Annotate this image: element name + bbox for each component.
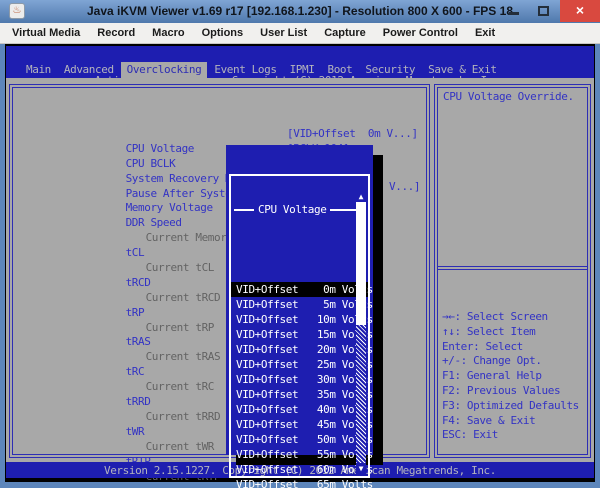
minimize-button[interactable] [502,0,526,22]
bios-tab[interactable]: Main [20,62,57,78]
bios-tab[interactable]: Advanced [58,62,120,78]
popup-option[interactable]: VID+Offset 65m Volts [231,477,368,488]
menu-item[interactable]: Virtual Media [12,27,80,39]
menu-item[interactable]: Options [202,27,244,39]
popup-option[interactable]: VID+Offset 0m Volts [231,282,368,297]
hotkey-help-line: F4: Save & Exit [442,414,587,429]
bios-tab-bar: MainAdvancedOverclockingEvent LogsIPMIBo… [20,62,594,78]
menu-bar: Virtual Media Record Macro Options User List… [0,23,600,44]
hotkey-help-line: +/-: Change Opt. [442,354,587,369]
popup-scrollbar[interactable]: ▲ ▼ [356,191,366,474]
popup-option[interactable]: VID+Offset 35m Volts [231,387,368,402]
popup-option[interactable]: VID+Offset 10m Volts [231,312,368,327]
hotkey-help-line: Enter: Select [442,340,587,355]
popup-option[interactable]: VID+Offset 40m Volts [231,402,368,417]
help-divider [438,266,587,270]
popup-option[interactable]: VID+Offset 60m Volts [231,462,368,477]
menu-item[interactable]: User List [260,27,307,39]
hotkey-help-line: F3: Optimized Defaults [442,399,587,414]
remote-screen-area: Aptio Setup Utility - Copyright (C) 2012… [5,44,595,482]
popup-title: CPU Voltage [231,202,368,217]
popup-option[interactable]: VID+Offset 50m Volts [231,432,368,447]
close-button[interactable]: × [560,0,600,22]
popup-option[interactable]: VID+Offset 20m Volts [231,342,368,357]
bios-option-row[interactable]: CPU Voltage [VID+Offset 0m V...] [13,127,426,142]
scroll-up-icon[interactable]: ▲ [356,191,366,202]
bios-tab[interactable]: Overclocking [121,62,208,78]
scroll-track[interactable] [356,202,366,463]
hotkey-help-line: →←: Select Screen [442,310,587,325]
hotkey-help-line: ESC: Exit [442,428,587,443]
bios-tab[interactable]: Event Logs [208,62,282,78]
menu-item[interactable]: Power Control [383,27,458,39]
bios-header: Aptio Setup Utility - Copyright (C) 2012… [6,46,594,78]
bios-tab[interactable]: Save & Exit [422,62,502,78]
popup-option[interactable]: VID+Offset 5m Volts [231,297,368,312]
popup-option[interactable]: VID+Offset 30m Volts [231,372,368,387]
option-value: [VID+Offset 0m V...] [287,127,418,142]
menu-item[interactable]: Record [97,27,135,39]
popup-option[interactable]: VID+Offset 25m Volts [231,357,368,372]
maximize-button[interactable] [532,0,556,22]
menu-item[interactable]: Macro [152,27,184,39]
bios-tab[interactable]: IPMI [284,62,321,78]
menu-item[interactable]: Exit [475,27,495,39]
scroll-down-icon[interactable]: ▼ [356,463,366,474]
menu-item[interactable]: Capture [324,27,366,39]
window-titlebar: ♨ Java iKVM Viewer v1.69 r17 [192.168.1.… [0,0,600,23]
hotkey-help-list: →←: Select Screen↑↓: Select ItemEnter: S… [442,271,587,443]
bios-main-area: CPU Voltage [VID+Offset 0m V...] CPU BCL… [6,78,594,462]
popup-option[interactable]: VID+Offset 55m Volts [231,447,368,462]
bios-screen: Aptio Setup Utility - Copyright (C) 2012… [6,46,594,480]
cpu-voltage-popup: CPU Voltage VID+Offset 0m VoltsVID+Offse… [226,145,373,455]
hotkey-help-line: F2: Previous Values [442,384,587,399]
bios-tab[interactable]: Security [359,62,421,78]
help-panel: CPU Voltage Override. →←: Select Screen↑… [434,84,591,458]
title-dash-left [234,209,254,211]
popup-option[interactable]: VID+Offset 15m Volts [231,327,368,342]
popup-option-list: VID+Offset 0m VoltsVID+Offset 5m VoltsVI… [231,243,368,488]
hotkey-help-line: ↑↓: Select Item [442,325,587,340]
minimize-icon [509,12,519,15]
ikvm-viewer-window: ♨ Java iKVM Viewer v1.69 r17 [192.168.1.… [0,0,600,488]
hotkey-help-line: F1: General Help [442,369,587,384]
popup-frame: CPU Voltage VID+Offset 0m VoltsVID+Offse… [229,174,370,478]
occluded-value-fragment: V...] [389,180,420,193]
maximize-icon [538,6,549,16]
item-help-text: CPU Voltage Override. [443,90,574,103]
scroll-thumb[interactable] [356,202,366,325]
bios-tab[interactable]: Boot [321,62,358,78]
popup-option[interactable]: VID+Offset 45m Volts [231,417,368,432]
